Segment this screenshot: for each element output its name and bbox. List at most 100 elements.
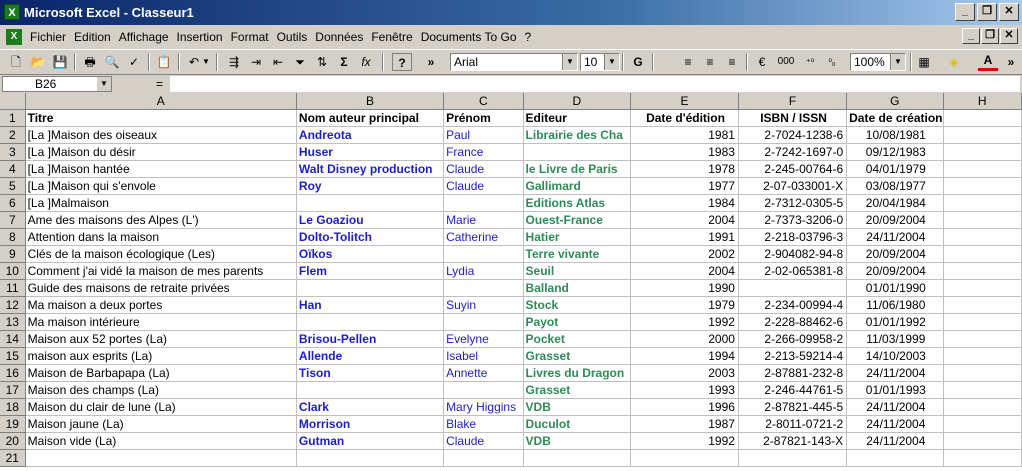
cell-edition-date[interactable]: 1979 — [630, 296, 739, 314]
cell-title[interactable]: Maison du clair de lune (La) — [25, 398, 297, 416]
cell-first-name[interactable]: Suyin — [443, 296, 524, 314]
cell-first-name[interactable]: Catherine — [443, 228, 524, 246]
cell-edition-date[interactable]: 1993 — [630, 381, 739, 399]
row-header[interactable]: 12 — [0, 296, 26, 314]
undo-dropdown-icon[interactable]: ▼ — [200, 53, 212, 71]
save-icon[interactable]: 💾 — [50, 53, 70, 71]
menu-insertion[interactable]: Insertion — [173, 30, 227, 44]
column-header-a[interactable]: A — [25, 93, 297, 110]
cell-h[interactable] — [943, 330, 1022, 348]
cell-creation-date[interactable]: 11/03/1999 — [846, 330, 944, 348]
cell-h[interactable] — [943, 398, 1022, 416]
cell-isbn[interactable]: 2-7024-1238-6 — [738, 126, 848, 144]
cell-edition-date[interactable]: 1996 — [630, 398, 739, 416]
cell-isbn[interactable]: 2-02-065381-8 — [738, 262, 848, 280]
cell-first-name[interactable]: Marie — [443, 211, 524, 229]
cell-edition-date[interactable]: 2004 — [630, 262, 739, 280]
print-preview-icon[interactable]: 🔍 — [102, 53, 122, 71]
minimize-button[interactable]: _ — [955, 3, 975, 21]
font-size-select[interactable]: 10 ▼ — [580, 53, 620, 71]
column-header-f[interactable]: F — [738, 93, 848, 110]
cell-isbn[interactable]: 2-7373-3206-0 — [738, 211, 848, 229]
cell-author[interactable]: Morrison — [296, 415, 445, 433]
trace-precedents-icon[interactable]: ⇥ — [246, 53, 266, 71]
cell-h[interactable] — [943, 126, 1022, 144]
cell-isbn[interactable] — [738, 279, 848, 297]
spelling-icon[interactable]: ✓ — [124, 53, 144, 71]
menu-edition[interactable]: Edition — [70, 30, 115, 44]
cell-isbn[interactable]: 2-245-00764-6 — [738, 160, 848, 178]
cell-publisher[interactable]: Seuil — [523, 262, 632, 280]
cell-first-name[interactable] — [443, 279, 524, 297]
column-header-h[interactable]: H — [943, 93, 1022, 110]
cell-creation-date[interactable]: 20/09/2004 — [846, 262, 944, 280]
align-center-icon[interactable]: ≡ — [700, 53, 720, 71]
cell-h[interactable] — [943, 109, 1022, 127]
cell-isbn[interactable]: ISBN / ISSN — [738, 109, 848, 127]
cell-creation-date[interactable]: 24/11/2004 — [846, 432, 944, 450]
paste-icon[interactable]: 📋 — [154, 53, 174, 71]
increase-decimal-icon[interactable]: ⁺⁰ — [800, 53, 820, 71]
cell-publisher[interactable]: VDB — [523, 398, 632, 416]
cell-creation-date[interactable]: 24/11/2004 — [846, 398, 944, 416]
cell-first-name[interactable]: Annette — [443, 364, 524, 382]
cell-isbn[interactable]: 2-07-033001-X — [738, 177, 848, 195]
cell-isbn[interactable]: 2-87821-445-5 — [738, 398, 848, 416]
cell-edition-date[interactable]: 2003 — [630, 364, 739, 382]
cell-edition-date[interactable]: 1987 — [630, 415, 739, 433]
cell-author[interactable] — [296, 381, 445, 399]
cell-creation-date[interactable]: 24/11/2004 — [846, 228, 944, 246]
cell-publisher[interactable]: le Livre de Paris — [523, 160, 632, 178]
cell-publisher[interactable] — [523, 449, 632, 467]
cell-isbn[interactable]: 2-904082-94-8 — [738, 245, 848, 263]
cell-title[interactable]: Titre — [25, 109, 297, 127]
cell-isbn[interactable]: 2-8011-0721-2 — [738, 415, 848, 433]
cell-edition-date[interactable] — [630, 449, 739, 467]
cell-h[interactable] — [943, 194, 1022, 212]
cell-creation-date[interactable]: 14/10/2003 — [846, 347, 944, 365]
cell-edition-date[interactable]: 1981 — [630, 126, 739, 144]
row-header[interactable]: 11 — [0, 279, 26, 297]
cell-edition-date[interactable]: 2004 — [630, 211, 739, 229]
cell-title[interactable]: Ma maison a deux portes — [25, 296, 297, 314]
cell-author[interactable] — [296, 313, 445, 331]
cell-edition-date[interactable]: 1991 — [630, 228, 739, 246]
row-header[interactable]: 4 — [0, 160, 26, 178]
cell-title[interactable]: Maison des champs (La) — [25, 381, 297, 399]
cell-creation-date[interactable]: 01/01/1990 — [846, 279, 944, 297]
cell-edition-date[interactable]: 1992 — [630, 432, 739, 450]
cell-title[interactable] — [25, 449, 297, 467]
name-box-dropdown-icon[interactable]: ▼ — [97, 77, 111, 91]
cell-creation-date[interactable]: 09/12/1983 — [846, 143, 944, 161]
cell-publisher[interactable] — [523, 143, 632, 161]
cell-creation-date[interactable]: 24/11/2004 — [846, 364, 944, 382]
cell-title[interactable]: Maison vide (La) — [25, 432, 297, 450]
cell-edition-date[interactable]: 2002 — [630, 245, 739, 263]
zoom-select[interactable]: 100% ▼ — [850, 53, 906, 71]
cell-title[interactable]: [La ]Maison du désir — [25, 143, 297, 161]
cell-creation-date[interactable]: 20/04/1984 — [846, 194, 944, 212]
cell-edition-date[interactable]: 2000 — [630, 330, 739, 348]
workbook-restore-button[interactable]: ❐ — [981, 28, 999, 44]
cell-publisher[interactable]: Stock — [523, 296, 632, 314]
row-header[interactable]: 19 — [0, 415, 26, 433]
cell-author[interactable]: Walt Disney production — [296, 160, 445, 178]
font-name-dropdown-icon[interactable]: ▼ — [562, 54, 577, 70]
cell-publisher[interactable]: Grasset — [523, 347, 632, 365]
cell-title[interactable]: Ma maison intérieure — [25, 313, 297, 331]
cell-h[interactable] — [943, 432, 1022, 450]
cell-h[interactable] — [943, 211, 1022, 229]
cell-author[interactable]: Oïkos — [296, 245, 445, 263]
cell-author[interactable] — [296, 449, 445, 467]
cell-first-name[interactable]: Claude — [443, 432, 524, 450]
row-header[interactable]: 3 — [0, 143, 26, 161]
cell-publisher[interactable]: Editions Atlas — [523, 194, 632, 212]
menu-fenetre[interactable]: Fenêtre — [367, 30, 416, 44]
align-left-icon[interactable]: ≡ — [678, 53, 698, 71]
cell-author[interactable]: Allende — [296, 347, 445, 365]
formula-equals-icon[interactable]: = — [156, 76, 163, 92]
column-header-c[interactable]: C — [443, 93, 524, 110]
cell-first-name[interactable]: Lydia — [443, 262, 524, 280]
cell-author[interactable]: Huser — [296, 143, 445, 161]
font-color-button[interactable]: A — [978, 53, 998, 71]
